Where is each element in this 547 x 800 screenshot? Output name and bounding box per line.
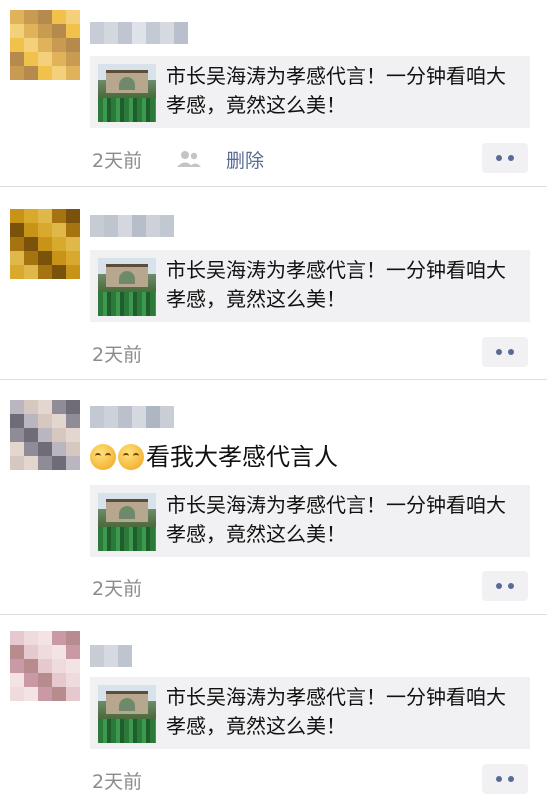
more-actions-button[interactable] [482, 571, 528, 601]
link-card[interactable]: 市长吴海涛为孝感代言！一分钟看咱大孝感，竟然这么美！ [90, 677, 530, 749]
link-card[interactable]: 市长吴海涛为孝感代言！一分钟看咱大孝感，竟然这么美！ [90, 250, 530, 322]
more-actions-button[interactable] [482, 337, 528, 367]
post: 市长吴海涛为孝感代言！一分钟看咱大孝感，竟然这么美！ 2天前 [0, 187, 547, 379]
user-name[interactable] [90, 215, 174, 237]
dot-icon [496, 583, 502, 589]
thinking-face-emoji-icon [90, 444, 116, 470]
avatar[interactable] [10, 631, 80, 701]
post-text-content: 看我大孝感代言人 [146, 443, 338, 471]
post-time: 2天前 [92, 150, 143, 172]
link-card[interactable]: 市长吴海涛为孝感代言！一分钟看咱大孝感，竟然这么美！ [90, 485, 530, 557]
post-time: 2天前 [92, 578, 143, 600]
link-thumbnail [98, 685, 156, 743]
user-name[interactable] [90, 645, 132, 667]
link-title: 市长吴海涛为孝感代言！一分钟看咱大孝感，竟然这么美！ [166, 493, 506, 546]
dot-icon [508, 776, 514, 782]
dot-icon [508, 155, 514, 161]
post: 市长吴海涛为孝感代言！一分钟看咱大孝感，竟然这么美！ 2天前 删除 [0, 0, 547, 186]
dot-icon [496, 155, 502, 161]
avatar[interactable] [10, 209, 80, 279]
dot-icon [508, 349, 514, 355]
user-name[interactable] [90, 406, 174, 428]
post-time: 2天前 [92, 344, 143, 366]
thinking-face-emoji-icon [118, 444, 144, 470]
link-card[interactable]: 市长吴海涛为孝感代言！一分钟看咱大孝感，竟然这么美！ [90, 56, 530, 128]
post: 看我大孝感代言人 市长吴海涛为孝感代言！一分钟看咱大孝感，竟然这么美！ 2天前 [0, 380, 547, 614]
post-time: 2天前 [92, 771, 143, 793]
link-thumbnail [98, 64, 156, 122]
link-thumbnail [98, 493, 156, 551]
link-title: 市长吴海涛为孝感代言！一分钟看咱大孝感，竟然这么美！ [166, 64, 506, 117]
moments-feed: 市长吴海涛为孝感代言！一分钟看咱大孝感，竟然这么美！ 2天前 删除 市长吴海涛为… [0, 0, 547, 800]
more-actions-button[interactable] [482, 143, 528, 173]
delete-link[interactable]: 删除 [226, 146, 264, 173]
more-actions-button[interactable] [482, 764, 528, 794]
dot-icon [508, 583, 514, 589]
avatar[interactable] [10, 10, 80, 80]
avatar[interactable] [10, 400, 80, 470]
link-thumbnail [98, 258, 156, 316]
dot-icon [496, 349, 502, 355]
link-title: 市长吴海涛为孝感代言！一分钟看咱大孝感，竟然这么美！ [166, 685, 506, 738]
post-text: 看我大孝感代言人 [90, 442, 527, 472]
people-icon [177, 151, 201, 167]
dot-icon [496, 776, 502, 782]
post: 市长吴海涛为孝感代言！一分钟看咱大孝感，竟然这么美！ 2天前 [0, 615, 547, 800]
user-name[interactable] [90, 22, 188, 44]
link-title: 市长吴海涛为孝感代言！一分钟看咱大孝感，竟然这么美！ [166, 258, 506, 311]
